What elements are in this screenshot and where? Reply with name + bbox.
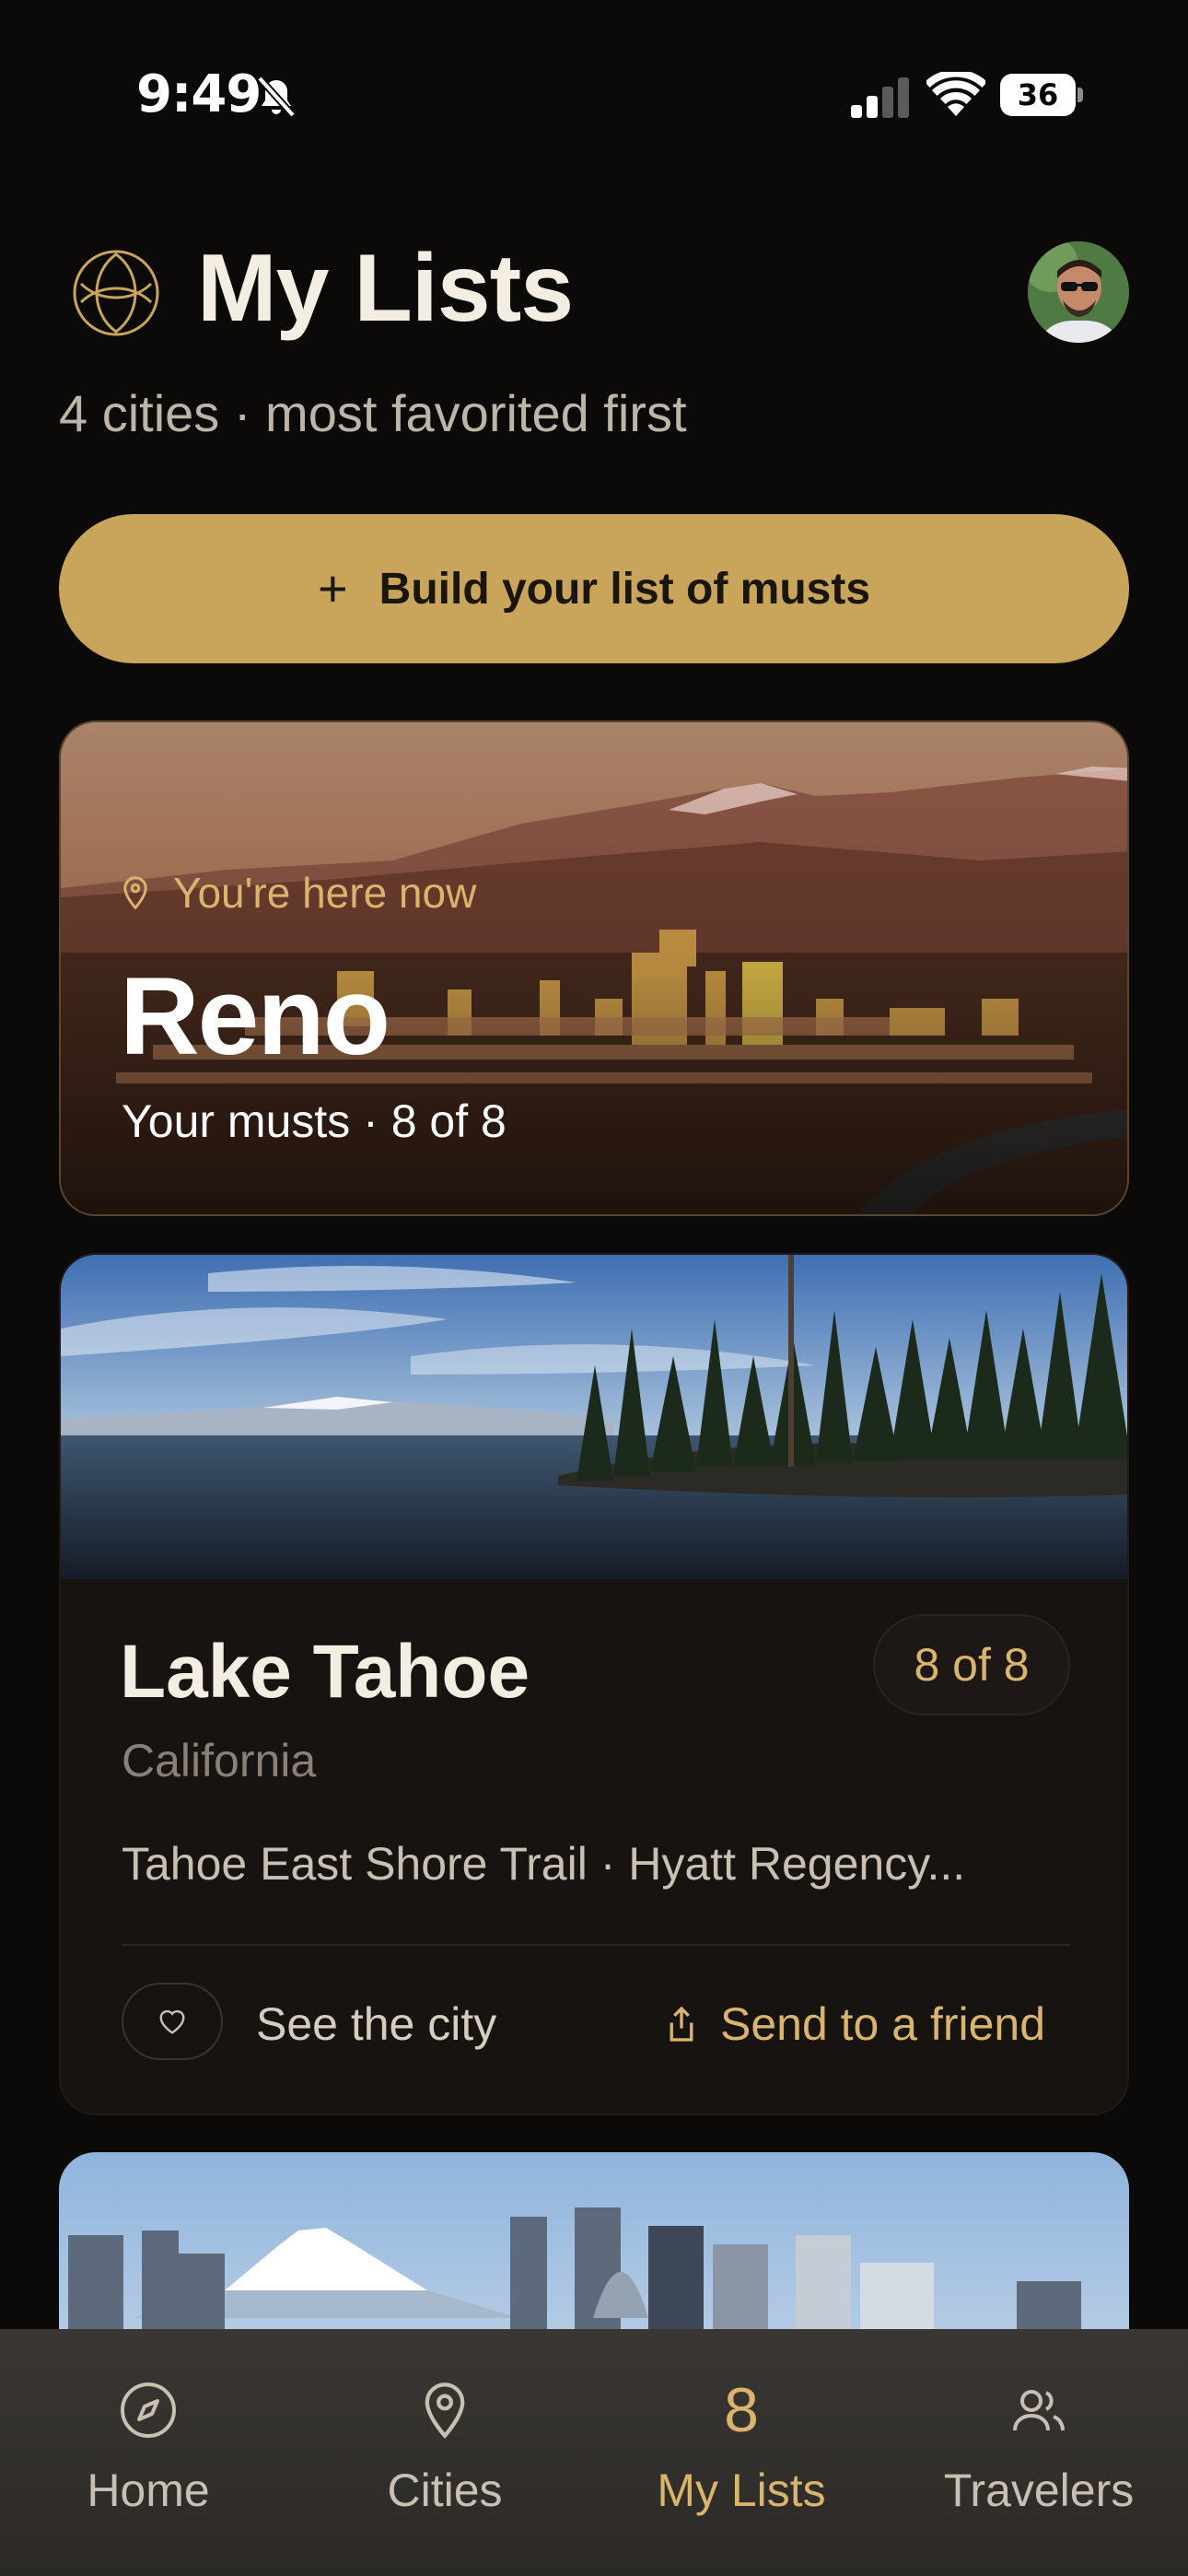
city-card-lake-tahoe[interactable]: Lake Tahoe 8 of 8 California Tahoe East …: [59, 1253, 1129, 2115]
battery-level: 36: [1000, 74, 1076, 116]
page-subtitle: 4 cities · most favorited first: [59, 384, 687, 442]
battery-icon: 36: [1000, 74, 1083, 116]
location-pin-icon: [123, 876, 147, 910]
city-card-reno[interactable]: You're here now Reno Your musts · 8 of 8: [59, 720, 1129, 1216]
tab-cities[interactable]: Cities: [297, 2329, 593, 2576]
tab-cities-label: Cities: [387, 2465, 503, 2516]
send-to-friend-label: Send to a friend: [720, 1998, 1046, 2050]
tab-home-label: Home: [87, 2465, 210, 2516]
location-pin-icon: [425, 2383, 465, 2439]
favorite-button[interactable]: [122, 1983, 223, 2060]
status-bar: 9:49 36: [0, 0, 1188, 193]
send-to-friend-button[interactable]: Send to a friend: [667, 1997, 1045, 2051]
city-name: Lake Tahoe: [120, 1630, 530, 1714]
tab-my-lists[interactable]: 8 My Lists: [593, 2329, 890, 2576]
musts-count-badge: 8 of 8: [873, 1614, 1070, 1715]
location-note: You're here now: [122, 868, 476, 918]
status-time: 9:49: [136, 64, 262, 124]
page-title: My Lists: [197, 235, 574, 342]
avatar[interactable]: [1028, 241, 1129, 343]
wifi-icon: [926, 72, 985, 116]
people-icon: [1013, 2390, 1065, 2431]
city-state: California: [122, 1735, 317, 1786]
avatar-photo: [1028, 241, 1129, 343]
heart-icon: [159, 2009, 185, 2034]
compass-icon: [121, 2383, 176, 2438]
tab-home[interactable]: Home: [0, 2329, 297, 2576]
see-city-link[interactable]: See the city: [256, 1997, 496, 2051]
lake-tahoe-image: [61, 1255, 1127, 1579]
app-logo-icon: [73, 250, 159, 336]
divider: [122, 1944, 1070, 1946]
my-lists-count-icon: 8: [724, 2375, 759, 2445]
build-list-button[interactable]: + Build your list of musts: [59, 514, 1129, 663]
musts-count: Your musts · 8 of 8: [122, 1095, 507, 1147]
tab-bar: Home Cities 8 My Lists Travelers: [0, 2329, 1188, 2576]
build-list-label: Build your list of musts: [379, 564, 871, 614]
plus-icon: +: [317, 559, 348, 617]
tab-travelers[interactable]: Travelers: [890, 2329, 1188, 2576]
tab-my-lists-label: My Lists: [657, 2465, 826, 2516]
location-note-text: You're here now: [173, 869, 477, 917]
bell-off-icon: [257, 76, 296, 118]
tab-travelers-label: Travelers: [943, 2465, 1135, 2516]
city-name: Reno: [120, 954, 390, 1078]
share-icon: [670, 2006, 693, 2042]
cellular-signal-icon: [851, 77, 909, 118]
city-places-preview: Tahoe East Shore Trail · Hyatt Regency..…: [122, 1838, 966, 1890]
